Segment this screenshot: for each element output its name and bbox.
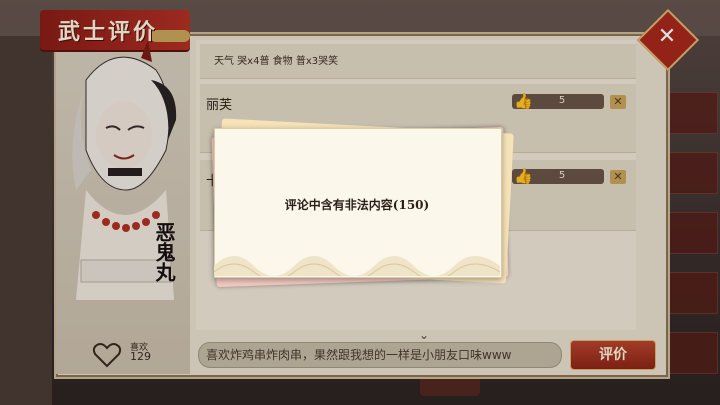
error-message: 评论中含有非法内容(150)	[284, 198, 430, 212]
wave-pattern	[214, 256, 500, 276]
